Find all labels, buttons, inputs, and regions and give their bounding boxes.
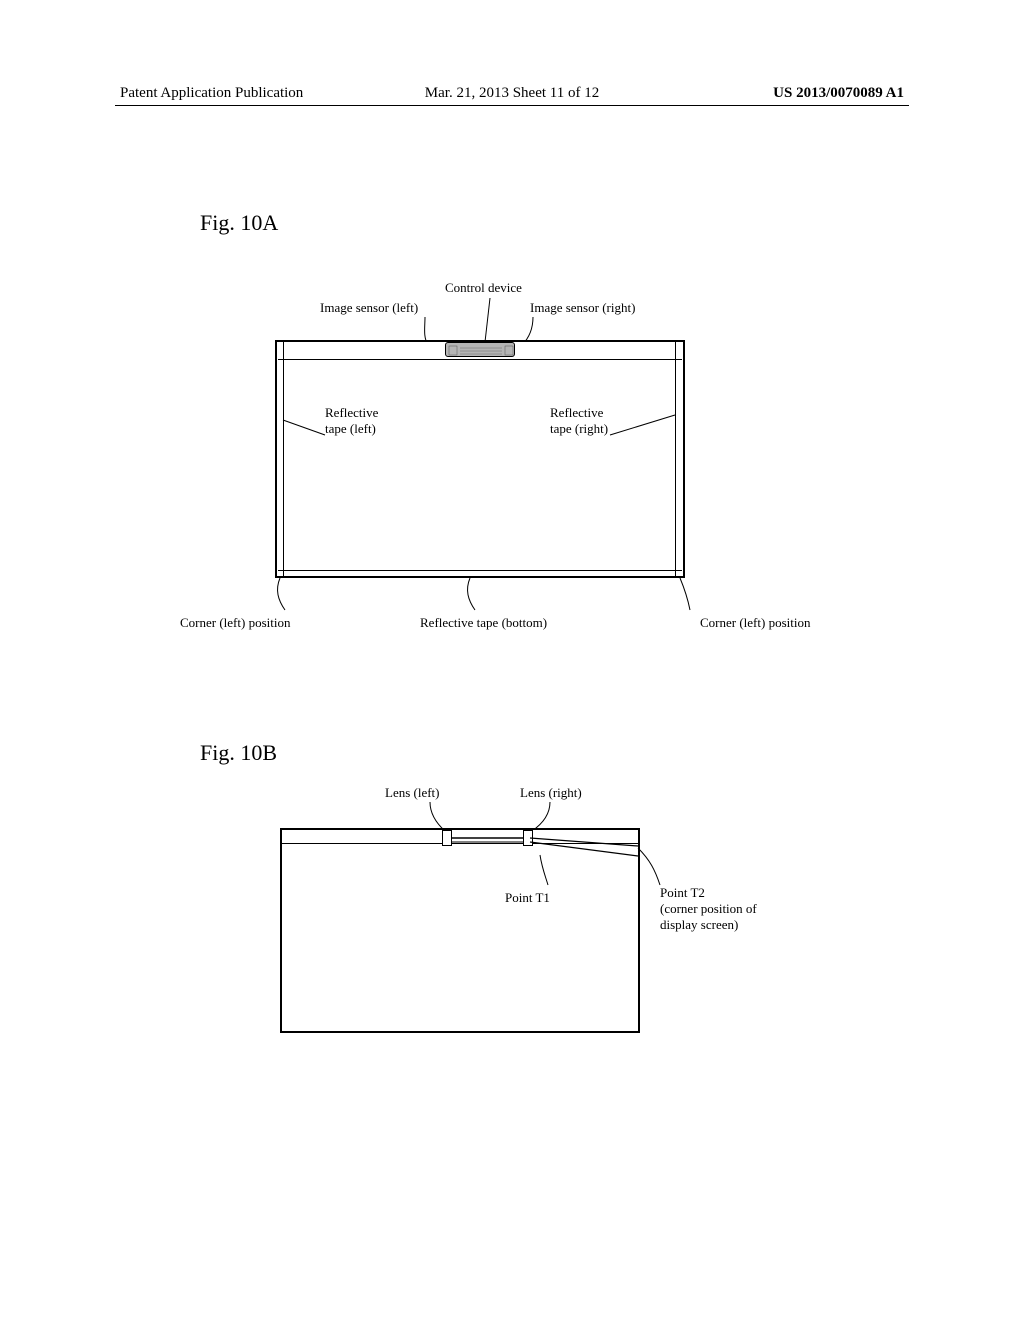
right-inner-line-a xyxy=(675,342,676,576)
reflective-tape-right-label: Reflective tape (right) xyxy=(550,405,608,437)
page-header: Patent Application Publication Mar. 21, … xyxy=(0,85,1024,102)
publication-type: Patent Application Publication xyxy=(120,85,303,102)
control-device-label: Control device xyxy=(445,280,522,296)
display-rectangle-a xyxy=(275,340,685,578)
figure-10a-label: Fig. 10A xyxy=(200,210,278,236)
corner-right-position-label: Corner (left) position xyxy=(700,615,810,631)
publication-number: US 2013/0070089 A1 xyxy=(773,85,904,102)
lens-left-label: Lens (left) xyxy=(385,785,440,801)
point-t2-label: Point T2 (corner position of display scr… xyxy=(660,885,757,933)
date-sheet: Mar. 21, 2013 Sheet 11 of 12 xyxy=(425,85,599,102)
top-inner-line-b xyxy=(282,843,638,844)
lens-right-label: Lens (right) xyxy=(520,785,582,801)
top-inner-line-a xyxy=(278,359,682,360)
image-sensor-right-label: Image sensor (right) xyxy=(530,300,635,316)
reflective-tape-left-label: Reflective tape (left) xyxy=(325,405,378,437)
header-divider xyxy=(115,105,909,106)
point-t1-label: Point T1 xyxy=(505,890,550,906)
leader-lines-bottom xyxy=(150,575,850,620)
diagram-10a: Control device Image sensor (left) Image… xyxy=(150,280,850,680)
lens-left-box xyxy=(442,830,452,846)
figure-10b-label: Fig. 10B xyxy=(200,740,277,766)
image-sensor-left-label: Image sensor (left) xyxy=(320,300,418,316)
reflective-tape-bottom-label: Reflective tape (bottom) xyxy=(420,615,547,631)
control-device-box xyxy=(445,342,515,357)
left-inner-line-a xyxy=(283,342,284,576)
lens-right-box xyxy=(523,830,533,846)
diagram-10b: Lens (left) Lens (right) Point T1 Point … xyxy=(150,780,850,1130)
display-rectangle-b xyxy=(280,828,640,1033)
bottom-inner-line-a xyxy=(278,570,682,571)
corner-left-position-label: Corner (left) position xyxy=(180,615,290,631)
